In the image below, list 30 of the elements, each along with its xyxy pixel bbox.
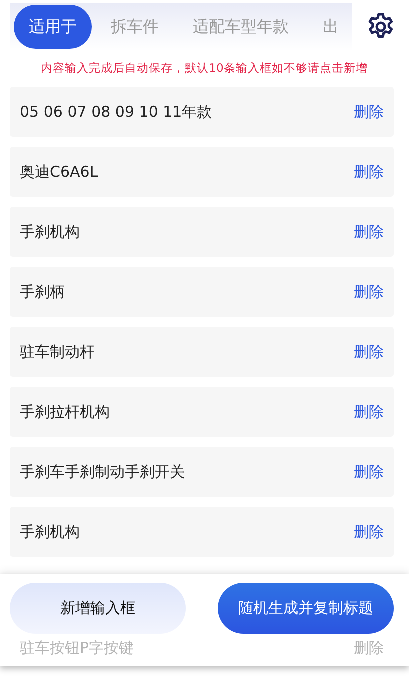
delete-link[interactable]: 删除 (354, 222, 384, 242)
input-row[interactable]: 奥迪C6A6L 删除 (10, 147, 394, 197)
delete-link[interactable]: 删除 (354, 402, 384, 422)
input-row[interactable]: 驻车制动杆 删除 (10, 327, 394, 377)
delete-link[interactable]: 删除 (354, 342, 384, 362)
tab[interactable]: 出 (308, 5, 352, 49)
delete-link[interactable]: 删除 (354, 282, 384, 302)
row-text: 手刹车手刹制动手刹开关 (20, 462, 185, 482)
delete-link[interactable]: 删除 (354, 102, 384, 122)
row-text: 手刹柄 (20, 282, 65, 302)
delete-link[interactable]: 删除 (354, 522, 384, 542)
tab[interactable]: 适用于 (14, 5, 92, 49)
notice-text: 内容输入完成后自动保存，默认10条输入框如不够请点击新增 (40, 61, 369, 77)
add-button[interactable]: 新增输入框 (10, 583, 186, 634)
input-row[interactable]: 手刹柄 删除 (10, 267, 394, 317)
row-text: 05 06 07 08 09 10 11年款 (20, 102, 212, 122)
row-text: 手刹机构 (20, 522, 80, 542)
input-row[interactable]: 手刹机构 删除 (10, 207, 394, 257)
delete-link[interactable]: 删除 (354, 462, 384, 482)
row-text: 手刹拉杆机构 (20, 402, 110, 422)
row-text: 手刹机构 (20, 222, 80, 242)
input-row[interactable]: 手刹拉杆机构 删除 (10, 387, 394, 437)
input-row[interactable]: 手刹车手刹制动手刹开关 删除 (10, 447, 394, 497)
row-text: 奥迪C6A6L (20, 162, 98, 182)
delete-link[interactable]: 删除 (354, 162, 384, 182)
input-row[interactable]: 05 06 07 08 09 10 11年款 删除 (10, 87, 394, 137)
row-text: 驻车制动杆 (20, 342, 95, 362)
input-row[interactable]: 手刹机构 删除 (10, 507, 394, 557)
row-text: 驻车按钮P字按键 (20, 639, 134, 658)
generate-button[interactable]: 随机生成并复制标题 (218, 583, 394, 634)
